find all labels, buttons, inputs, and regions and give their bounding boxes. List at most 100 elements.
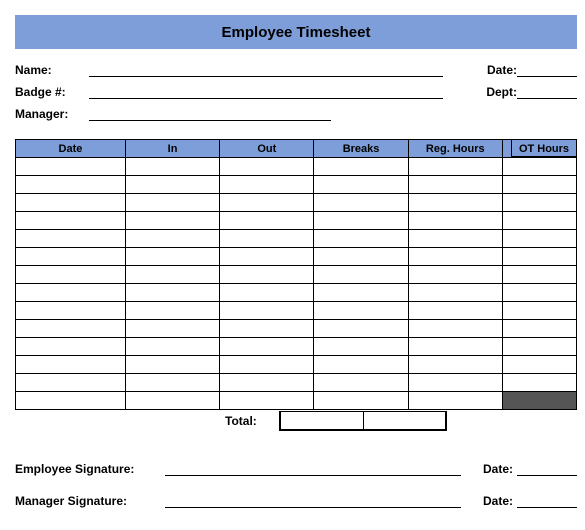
cell-date[interactable] bbox=[16, 374, 126, 392]
table-row bbox=[16, 266, 577, 284]
cell-reg[interactable] bbox=[408, 158, 502, 176]
cell-breaks[interactable] bbox=[314, 320, 408, 338]
dept-field[interactable] bbox=[517, 85, 577, 99]
cell-out[interactable] bbox=[220, 338, 314, 356]
cell-out[interactable] bbox=[220, 194, 314, 212]
cell-breaks[interactable] bbox=[314, 338, 408, 356]
cell-date[interactable] bbox=[16, 392, 126, 410]
cell-reg[interactable] bbox=[408, 194, 502, 212]
cell-in[interactable] bbox=[125, 374, 219, 392]
cell-date[interactable] bbox=[16, 356, 126, 374]
cell-in[interactable] bbox=[125, 356, 219, 374]
cell-in[interactable] bbox=[125, 248, 219, 266]
cell-date[interactable] bbox=[16, 212, 126, 230]
cell-out[interactable] bbox=[220, 356, 314, 374]
cell-breaks[interactable] bbox=[314, 194, 408, 212]
cell-breaks[interactable] bbox=[314, 212, 408, 230]
cell-ot[interactable] bbox=[502, 176, 576, 194]
cell-date[interactable] bbox=[16, 248, 126, 266]
employee-signature-field[interactable] bbox=[165, 462, 461, 476]
cell-out[interactable] bbox=[220, 176, 314, 194]
cell-in[interactable] bbox=[125, 212, 219, 230]
cell-ot[interactable] bbox=[502, 248, 576, 266]
cell-date[interactable] bbox=[16, 230, 126, 248]
cell-out[interactable] bbox=[220, 392, 314, 410]
cell-in[interactable] bbox=[125, 158, 219, 176]
badge-field[interactable] bbox=[89, 85, 443, 99]
cell-ot[interactable] bbox=[502, 266, 576, 284]
cell-ot[interactable] bbox=[502, 338, 576, 356]
cell-ot[interactable] bbox=[502, 374, 576, 392]
cell-breaks[interactable] bbox=[314, 392, 408, 410]
col-date: Date bbox=[16, 140, 126, 158]
cell-reg[interactable] bbox=[408, 356, 502, 374]
cell-date[interactable] bbox=[16, 320, 126, 338]
cell-date[interactable] bbox=[16, 338, 126, 356]
manager-sig-date-field[interactable] bbox=[517, 494, 577, 508]
cell-out[interactable] bbox=[220, 284, 314, 302]
timesheet-table: Date In Out Breaks Reg. Hours bbox=[15, 139, 577, 410]
cell-ot[interactable] bbox=[502, 392, 576, 410]
cell-date[interactable] bbox=[16, 284, 126, 302]
cell-ot[interactable] bbox=[502, 230, 576, 248]
date-label: Date: bbox=[475, 63, 517, 77]
cell-ot[interactable] bbox=[502, 302, 576, 320]
cell-in[interactable] bbox=[125, 284, 219, 302]
cell-in[interactable] bbox=[125, 338, 219, 356]
cell-reg[interactable] bbox=[408, 320, 502, 338]
cell-breaks[interactable] bbox=[314, 176, 408, 194]
cell-in[interactable] bbox=[125, 176, 219, 194]
cell-reg[interactable] bbox=[408, 392, 502, 410]
total-reg[interactable] bbox=[364, 412, 446, 429]
cell-reg[interactable] bbox=[408, 302, 502, 320]
cell-ot[interactable] bbox=[502, 194, 576, 212]
cell-breaks[interactable] bbox=[314, 374, 408, 392]
cell-breaks[interactable] bbox=[314, 302, 408, 320]
cell-breaks[interactable] bbox=[314, 158, 408, 176]
cell-ot[interactable] bbox=[502, 320, 576, 338]
cell-date[interactable] bbox=[16, 302, 126, 320]
cell-in[interactable] bbox=[125, 392, 219, 410]
cell-reg[interactable] bbox=[408, 176, 502, 194]
cell-out[interactable] bbox=[220, 248, 314, 266]
manager-field[interactable] bbox=[89, 107, 331, 121]
cell-out[interactable] bbox=[220, 212, 314, 230]
cell-date[interactable] bbox=[16, 194, 126, 212]
cell-reg[interactable] bbox=[408, 248, 502, 266]
employee-sig-date-field[interactable] bbox=[517, 462, 577, 476]
cell-reg[interactable] bbox=[408, 338, 502, 356]
cell-out[interactable] bbox=[220, 158, 314, 176]
manager-signature-field[interactable] bbox=[165, 494, 461, 508]
cell-reg[interactable] bbox=[408, 266, 502, 284]
cell-out[interactable] bbox=[220, 302, 314, 320]
cell-breaks[interactable] bbox=[314, 356, 408, 374]
cell-in[interactable] bbox=[125, 320, 219, 338]
cell-reg[interactable] bbox=[408, 230, 502, 248]
cell-date[interactable] bbox=[16, 266, 126, 284]
cell-in[interactable] bbox=[125, 230, 219, 248]
name-field[interactable] bbox=[89, 63, 443, 77]
cell-reg[interactable] bbox=[408, 212, 502, 230]
cell-ot[interactable] bbox=[502, 284, 576, 302]
cell-breaks[interactable] bbox=[314, 230, 408, 248]
cell-in[interactable] bbox=[125, 302, 219, 320]
cell-reg[interactable] bbox=[408, 284, 502, 302]
cell-in[interactable] bbox=[125, 266, 219, 284]
date-field[interactable] bbox=[517, 63, 577, 77]
cell-breaks[interactable] bbox=[314, 266, 408, 284]
cell-ot[interactable] bbox=[502, 212, 576, 230]
cell-ot[interactable] bbox=[502, 356, 576, 374]
cell-out[interactable] bbox=[220, 320, 314, 338]
total-breaks[interactable] bbox=[281, 412, 364, 429]
cell-in[interactable] bbox=[125, 194, 219, 212]
cell-date[interactable] bbox=[16, 158, 126, 176]
cell-breaks[interactable] bbox=[314, 248, 408, 266]
cell-reg[interactable] bbox=[408, 374, 502, 392]
cell-ot[interactable] bbox=[502, 158, 576, 176]
cell-out[interactable] bbox=[220, 266, 314, 284]
cell-date[interactable] bbox=[16, 176, 126, 194]
cell-breaks[interactable] bbox=[314, 284, 408, 302]
cell-out[interactable] bbox=[220, 374, 314, 392]
cell-out[interactable] bbox=[220, 230, 314, 248]
dept-label: Dept: bbox=[475, 85, 517, 99]
